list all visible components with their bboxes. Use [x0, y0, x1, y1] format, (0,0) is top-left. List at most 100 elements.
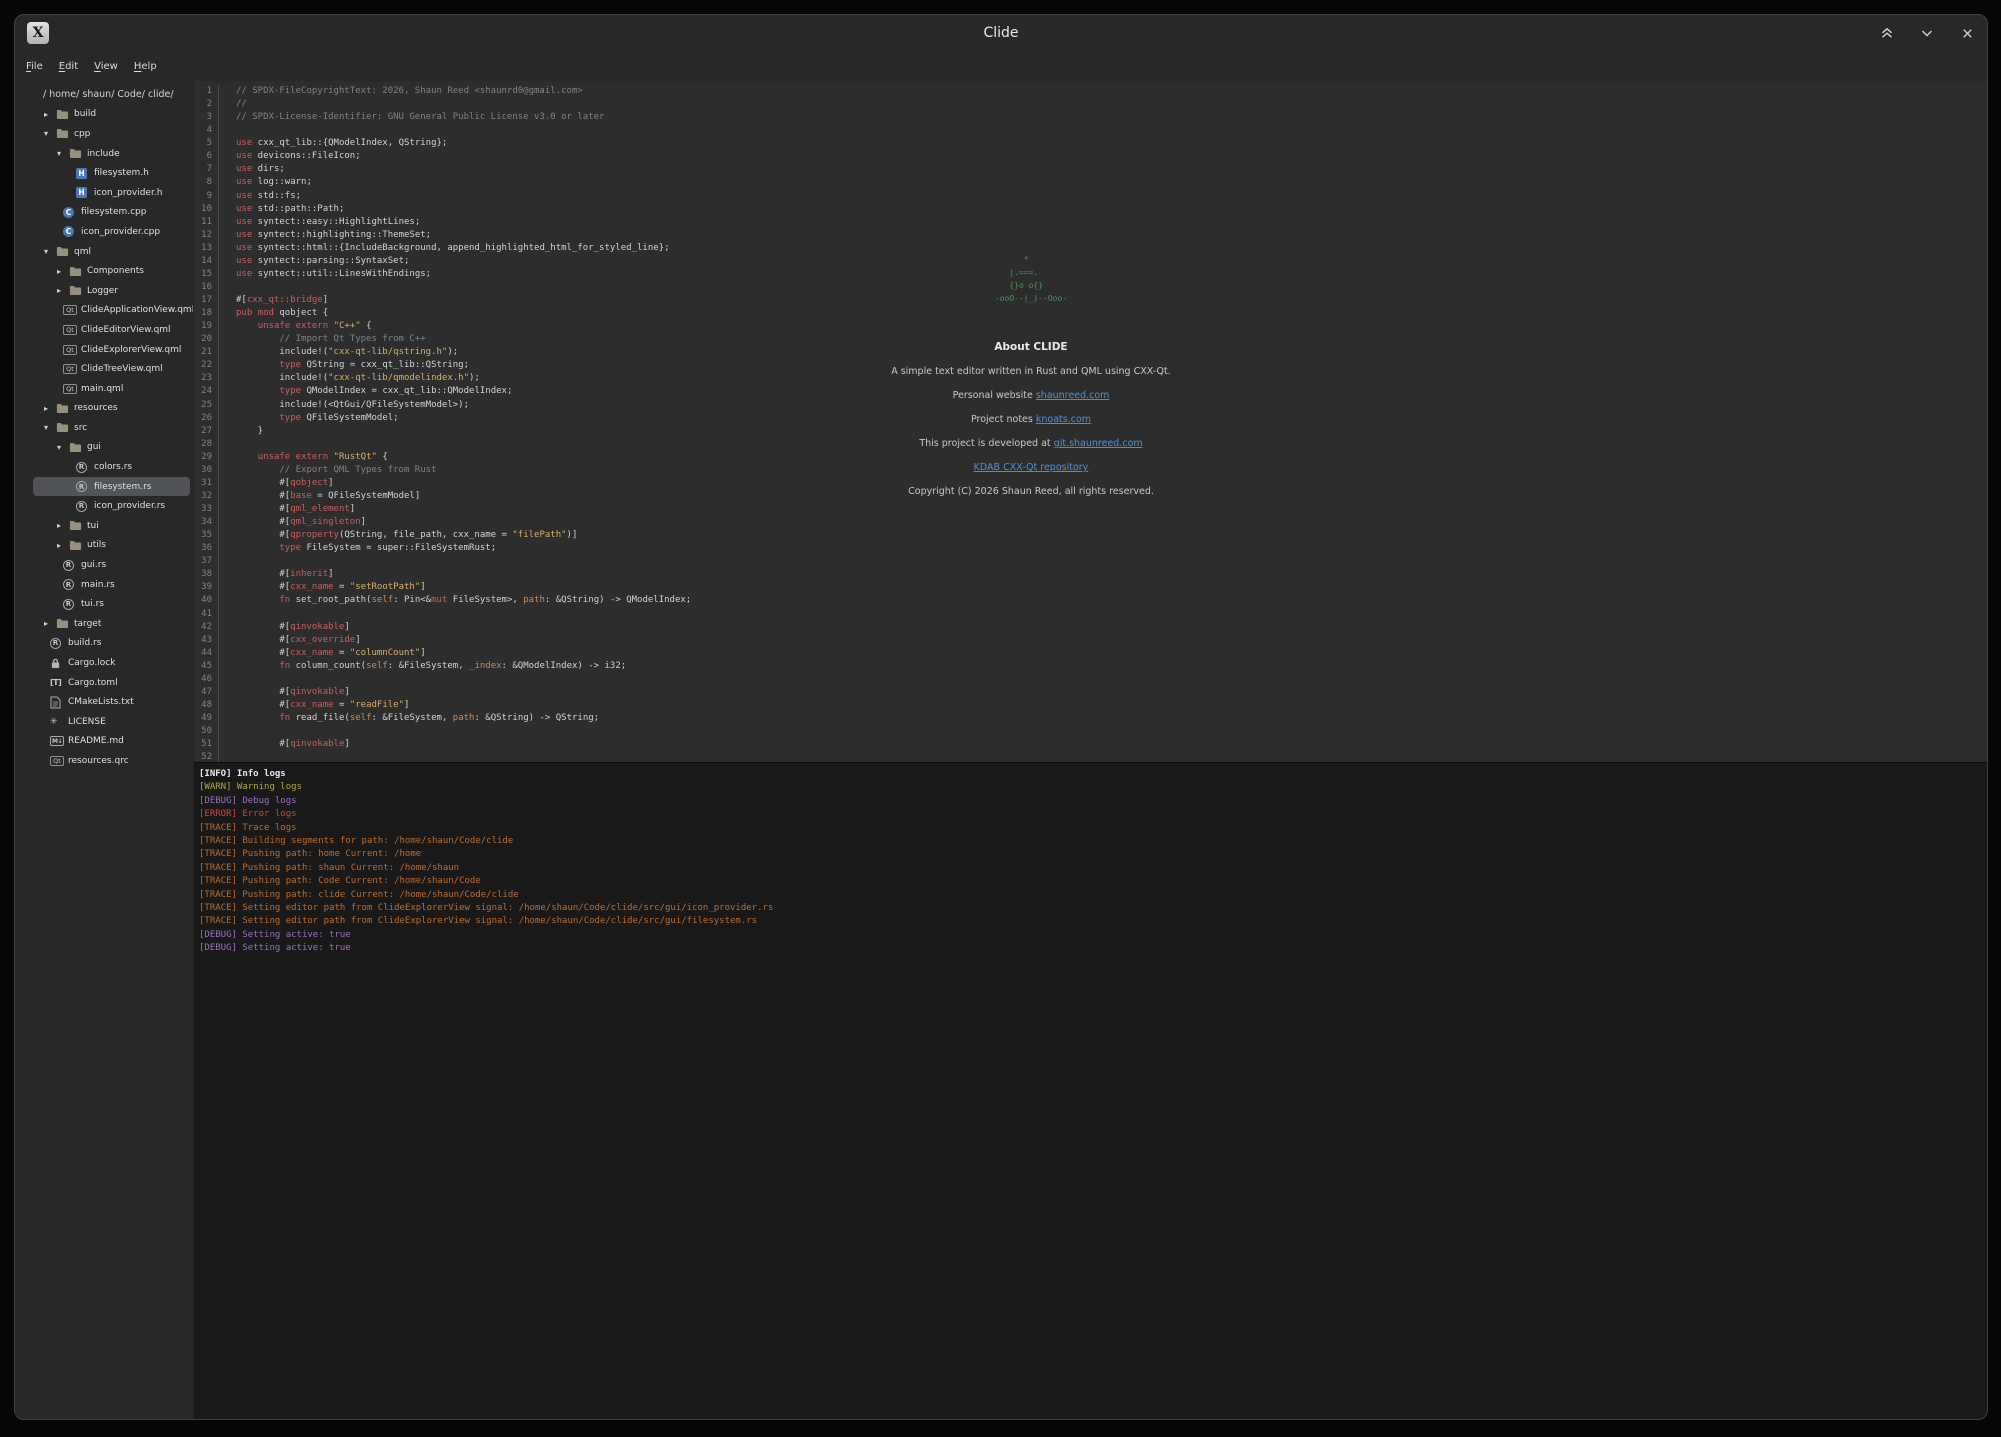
tree-root-path[interactable]: / home/ shaun/ Code/ clide/ — [30, 85, 193, 105]
menubar: FileEditViewHelp — [15, 51, 1987, 81]
chevron-right-icon[interactable]: ▸ — [56, 267, 69, 276]
tree-item-cmakelists.txt[interactable]: CMakeLists.txt — [33, 692, 190, 712]
chevron-right-icon[interactable]: ▸ — [56, 521, 69, 530]
tree-item-tui[interactable]: ▸tui — [33, 516, 190, 536]
tree-item-target[interactable]: ▸target — [33, 614, 190, 634]
chevron-down-icon[interactable] — [1919, 25, 1935, 41]
tree-item-utils[interactable]: ▸utils — [33, 536, 190, 556]
code-text: use log::warn; — [236, 176, 312, 189]
tree-item-filesystem.h[interactable]: Hfilesystem.h — [33, 163, 190, 183]
chevron-down-icon[interactable]: ▾ — [56, 443, 69, 452]
folder-icon — [69, 284, 85, 297]
code-text: fn read_file(self: &FileSystem, path: &Q… — [236, 712, 599, 725]
line-number: 11 — [194, 216, 219, 229]
tree-item-cargo.toml[interactable]: [T]Cargo.toml — [33, 673, 190, 693]
tree-item-resources[interactable]: ▸resources — [33, 399, 190, 419]
tree-item-icon-provider.cpp[interactable]: Cicon_provider.cpp — [33, 222, 190, 242]
tree-item-tui.rs[interactable]: Rtui.rs — [33, 594, 190, 614]
chevron-down-icon[interactable]: ▾ — [56, 149, 69, 158]
rust-file-icon: R — [63, 560, 79, 571]
tree-item-filesystem.rs[interactable]: Rfilesystem.rs — [33, 477, 190, 497]
tree-item-components[interactable]: ▸Components — [33, 261, 190, 281]
log-line-trace: [TRACE] Pushing path: clide Current: /ho… — [199, 889, 1987, 902]
qml-file-icon: Qt — [63, 364, 79, 374]
tree-item-label: qml — [74, 247, 91, 257]
line-number: 25 — [194, 399, 219, 412]
code-editor[interactable]: 1// SPDX-FileCopyrightText: 2026, Shaun … — [194, 81, 1987, 762]
tree-item-gui[interactable]: ▾gui — [33, 438, 190, 458]
link-kdab-cxx-qt-repository[interactable]: KDAB CXX-Qt repository — [974, 462, 1089, 473]
tree-item-clideapplicationview.qml[interactable]: QtClideApplicationView.qml — [33, 301, 190, 321]
code-text: #[qml_singleton] — [236, 516, 366, 529]
tree-item-qml[interactable]: ▾ qml — [33, 242, 190, 262]
tree-item-icon-provider.h[interactable]: Hicon_provider.h — [33, 183, 190, 203]
double-chevron-up-icon[interactable] — [1879, 25, 1895, 41]
folder-icon — [69, 147, 85, 160]
menu-view[interactable]: View — [87, 57, 125, 76]
tree-item-include[interactable]: ▾include — [33, 144, 190, 164]
tree-item-logger[interactable]: ▸ Logger — [33, 281, 190, 301]
menu-edit[interactable]: Edit — [52, 57, 85, 76]
tree-item-label: Logger — [87, 286, 118, 296]
chevron-down-icon[interactable]: ▾ — [43, 247, 56, 256]
line-number: 26 — [194, 412, 219, 425]
close-icon[interactable] — [1959, 25, 1975, 41]
code-line: 43 #[cxx_override] — [194, 634, 1987, 647]
code-line: 34 #[qml_singleton] — [194, 516, 1987, 529]
titlebar[interactable]: X Clide — [15, 15, 1987, 51]
line-number: 42 — [194, 621, 219, 634]
tree-item-label: main.qml — [81, 384, 123, 394]
chevron-right-icon[interactable]: ▸ — [56, 286, 69, 295]
link-knoats-com[interactable]: knoats.com — [1036, 414, 1091, 425]
chevron-right-icon[interactable]: ▸ — [43, 110, 56, 119]
tree-item-readme.md[interactable]: M↓README.md — [33, 732, 190, 752]
link-git-shaunreed-com[interactable]: git.shaunreed.com — [1054, 438, 1143, 449]
tree-item-label: icon_provider.cpp — [81, 227, 160, 237]
line-number: 1 — [194, 85, 219, 98]
tree-item-build[interactable]: ▸ build — [33, 105, 190, 125]
line-number: 3 — [194, 111, 219, 124]
code-text: #[inherit] — [236, 568, 334, 581]
code-text: // — [236, 98, 247, 111]
chevron-down-icon[interactable]: ▾ — [43, 423, 56, 432]
line-number: 44 — [194, 647, 219, 660]
menu-help[interactable]: Help — [127, 57, 164, 76]
link-shaunreed-com[interactable]: shaunreed.com — [1036, 390, 1110, 401]
tree-item-clideexplorerview.qml[interactable]: QtClideExplorerView.qml — [33, 340, 190, 360]
code-line: 10use std::path::Path; — [194, 203, 1987, 216]
tree-item-icon-provider.rs[interactable]: Ricon_provider.rs — [33, 496, 190, 516]
code-text: use syntect::easy::HighlightLines; — [236, 216, 420, 229]
tree-item-main.qml[interactable]: Qtmain.qml — [33, 379, 190, 399]
tree-item-build.rs[interactable]: Rbuild.rs — [33, 634, 190, 654]
tree-item-label: build — [74, 109, 96, 119]
tree-item-label: README.md — [68, 736, 124, 746]
tree-item-label: icon_provider.h — [94, 188, 162, 198]
tree-item-label: icon_provider.rs — [94, 501, 165, 511]
tree-item-cpp[interactable]: ▾cpp — [33, 124, 190, 144]
tree-item-resources.qrc[interactable]: Qtresources.qrc — [33, 751, 190, 771]
tree-item-clideeditorview.qml[interactable]: QtClideEditorView.qml — [33, 320, 190, 340]
menu-file[interactable]: File — [19, 57, 50, 76]
line-number: 41 — [194, 608, 219, 621]
tree-item-license[interactable]: ✳LICENSE — [33, 712, 190, 732]
line-number: 16 — [194, 281, 219, 294]
tree-item-filesystem.cpp[interactable]: Cfilesystem.cpp — [33, 203, 190, 223]
rust-file-icon: R — [63, 579, 79, 590]
code-line: 42 #[qinvokable] — [194, 621, 1987, 634]
chevron-right-icon[interactable]: ▸ — [43, 619, 56, 628]
code-line: 36 type FileSystem = super::FileSystemRu… — [194, 542, 1987, 555]
tree-item-colors.rs[interactable]: Rcolors.rs — [33, 457, 190, 477]
tree-item-src[interactable]: ▾src — [33, 418, 190, 438]
chevron-down-icon[interactable]: ▾ — [43, 129, 56, 138]
c-header-file-icon: H — [76, 168, 92, 179]
chevron-right-icon[interactable]: ▸ — [43, 404, 56, 413]
tree-item-gui.rs[interactable]: Rgui.rs — [33, 555, 190, 575]
log-console[interactable]: [INFO] Info logs[WARN] Warning logs[DEBU… — [194, 762, 1987, 1419]
line-number: 34 — [194, 516, 219, 529]
line-number: 46 — [194, 673, 219, 686]
tree-item-cargo.lock[interactable]: Cargo.lock — [33, 653, 190, 673]
tree-item-clidetreeview.qml[interactable]: QtClideTreeView.qml — [33, 359, 190, 379]
tree-item-label: ClideExplorerView.qml — [81, 345, 181, 355]
tree-item-main.rs[interactable]: Rmain.rs — [33, 575, 190, 595]
chevron-right-icon[interactable]: ▸ — [56, 541, 69, 550]
